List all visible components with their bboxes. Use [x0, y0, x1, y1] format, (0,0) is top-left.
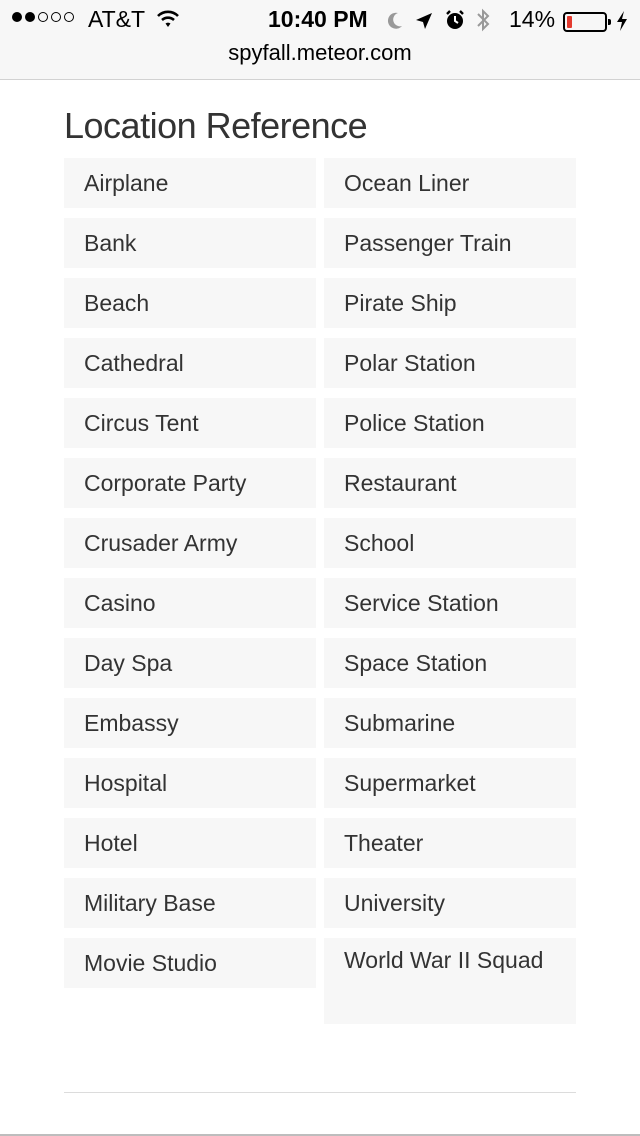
- location-item[interactable]: Day Spa: [64, 638, 316, 688]
- location-grid: Airplane Ocean Liner Bank Passenger Train Be…: [64, 158, 576, 1024]
- main-content: Location Reference Airplane Ocean Liner Ba…: [64, 80, 576, 1024]
- signal-strength-icon: [12, 12, 74, 22]
- location-item[interactable]: Polar Station: [324, 338, 576, 388]
- location-item[interactable]: Casino: [64, 578, 316, 628]
- signal-dot: [38, 12, 48, 22]
- location-item[interactable]: School: [324, 518, 576, 568]
- location-item[interactable]: Bank: [64, 218, 316, 268]
- location-item[interactable]: Hotel: [64, 818, 316, 868]
- battery-percentage: 14%: [509, 6, 556, 32]
- signal-dot: [64, 12, 74, 22]
- location-item[interactable]: Ocean Liner: [324, 158, 576, 208]
- location-item[interactable]: Airplane: [64, 158, 316, 208]
- location-item[interactable]: Circus Tent: [64, 398, 316, 448]
- location-item[interactable]: Restaurant: [324, 458, 576, 508]
- address-bar-url[interactable]: spyfall.meteor.com: [0, 40, 640, 66]
- location-item[interactable]: Theater: [324, 818, 576, 868]
- signal-dot: [51, 12, 61, 22]
- location-item[interactable]: Crusader Army: [64, 518, 316, 568]
- location-arrow-icon: [414, 10, 434, 37]
- wifi-icon: [156, 8, 180, 35]
- footer-divider: [64, 1092, 576, 1093]
- location-item[interactable]: Supermarket: [324, 758, 576, 808]
- alarm-icon: [444, 9, 466, 37]
- battery-nub: [608, 19, 611, 25]
- status-icons: [386, 8, 490, 38]
- battery-icon: [563, 12, 611, 32]
- status-row: AT&T 10:40 PM 14%: [0, 4, 640, 36]
- location-item[interactable]: Military Base: [64, 878, 316, 928]
- bluetooth-icon: [476, 8, 490, 38]
- location-item[interactable]: Corporate Party: [64, 458, 316, 508]
- ios-status-bar: AT&T 10:40 PM 14% spyfall.meteor.com: [0, 0, 640, 80]
- signal-dot: [25, 12, 35, 22]
- location-item[interactable]: Hospital: [64, 758, 316, 808]
- location-item[interactable]: Space Station: [324, 638, 576, 688]
- charging-bolt-icon: [616, 10, 628, 38]
- location-item[interactable]: Cathedral: [64, 338, 316, 388]
- location-item[interactable]: Beach: [64, 278, 316, 328]
- location-item[interactable]: Embassy: [64, 698, 316, 748]
- location-item[interactable]: Pirate Ship: [324, 278, 576, 328]
- location-item[interactable]: Service Station: [324, 578, 576, 628]
- page-title: Location Reference: [64, 105, 368, 146]
- carrier-name: AT&T: [88, 6, 146, 32]
- moon-icon: [386, 10, 404, 37]
- signal-dot: [12, 12, 22, 22]
- location-item[interactable]: Movie Studio: [64, 938, 316, 988]
- location-item[interactable]: University: [324, 878, 576, 928]
- clock-time: 10:40 PM: [268, 6, 368, 32]
- battery-level-fill: [567, 16, 573, 28]
- location-item[interactable]: Passenger Train: [324, 218, 576, 268]
- location-item[interactable]: Police Station: [324, 398, 576, 448]
- location-item[interactable]: Submarine: [324, 698, 576, 748]
- location-item[interactable]: World War II Squad: [324, 938, 576, 1024]
